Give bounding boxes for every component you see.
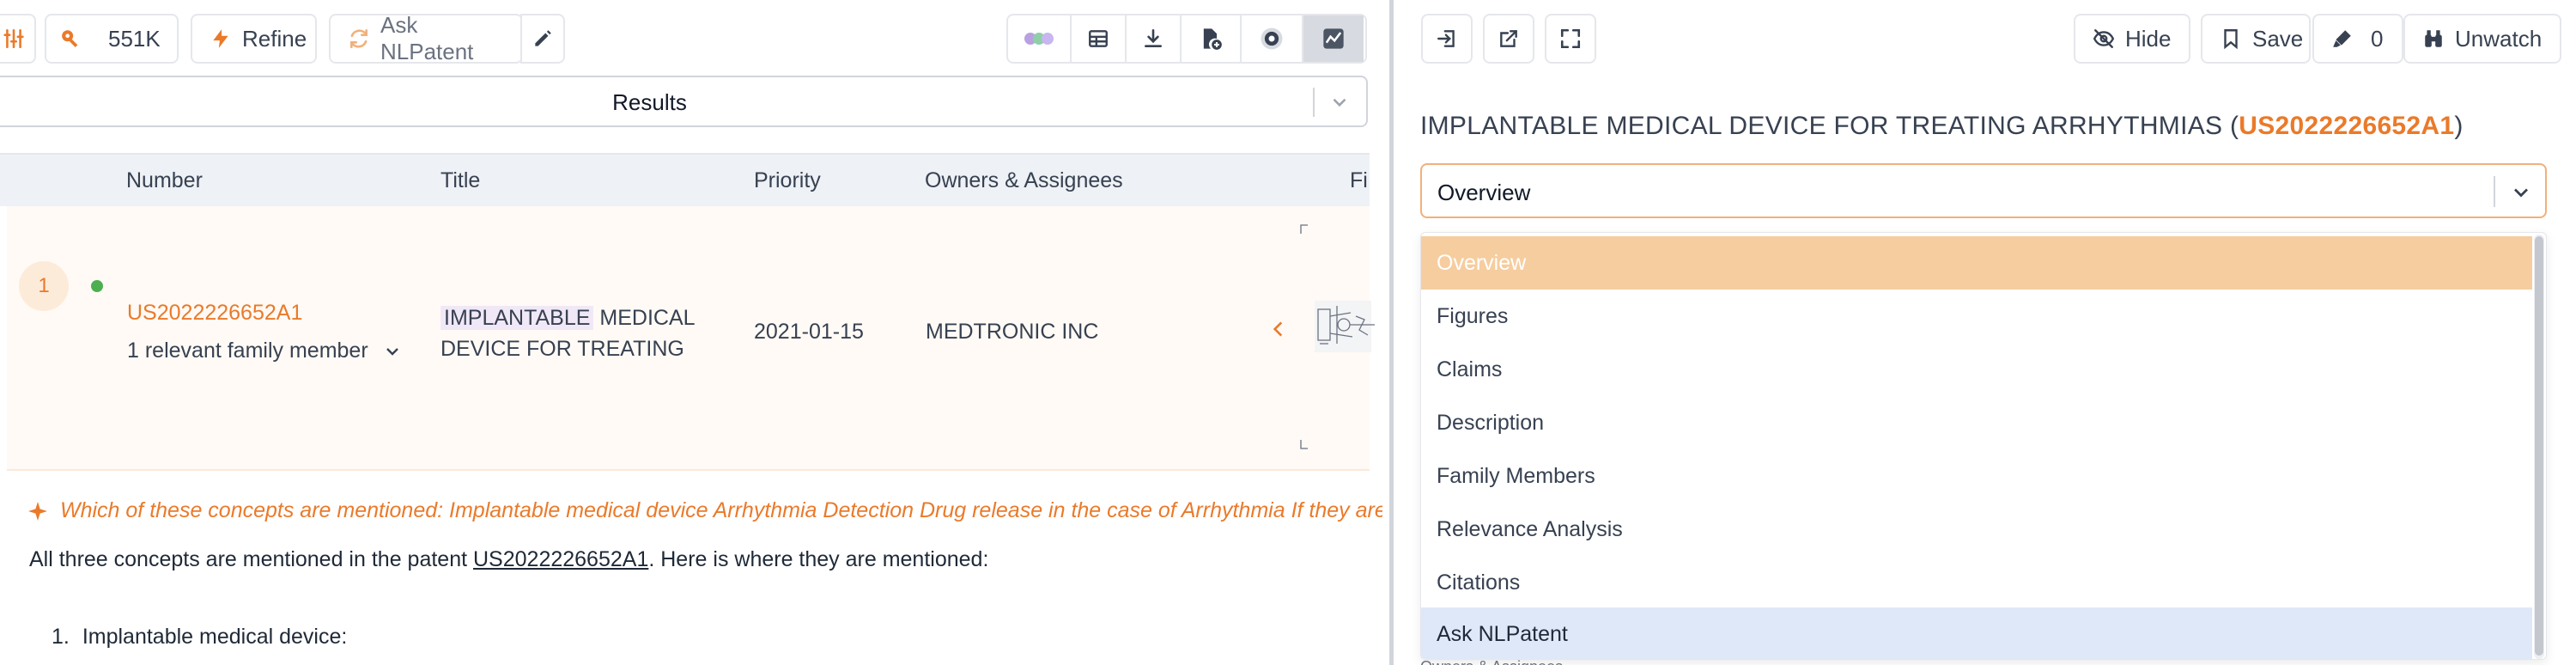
family-members-toggle[interactable]: 1 relevant family member — [127, 339, 403, 363]
section-select-value: Overview — [1437, 180, 1531, 205]
hide-label: Hide — [2125, 25, 2172, 52]
option-overview[interactable]: Overview — [1421, 236, 2532, 290]
table-view-button[interactable] — [1072, 15, 1127, 62]
ai-answer-list-item: 1. Implantable medical device: — [52, 625, 347, 650]
option-citations[interactable]: Citations — [1421, 556, 2532, 609]
option-description[interactable]: Description — [1421, 396, 2532, 449]
download-button[interactable] — [1127, 15, 1182, 62]
target-icon — [1261, 27, 1283, 50]
patent-detail-title: IMPLANTABLE MEDICAL DEVICE FOR TREATING … — [1420, 112, 2464, 141]
table-icon — [1089, 30, 1108, 47]
title-close-paren: ) — [2454, 112, 2464, 140]
title-patent-number[interactable]: US2022226652A1 — [2239, 112, 2454, 140]
lightning-icon — [213, 29, 228, 48]
save-label: Save — [2252, 25, 2304, 52]
owners-section-heading: Owners & Assignees — [1420, 658, 1563, 665]
color-dots-icon — [1024, 33, 1054, 45]
annotate-button[interactable]: 0 — [2312, 14, 2403, 64]
sign-out-icon — [1437, 30, 1455, 47]
ai-answer-prefix: All three concepts are mentioned in the … — [29, 547, 473, 571]
chart-icon — [1323, 28, 1344, 49]
binoculars-icon — [2425, 30, 2442, 47]
list-item-text: Implantable medical device: — [82, 625, 348, 649]
family-members-label: 1 relevant family member — [127, 339, 368, 363]
rank-badge: 1 — [19, 261, 69, 311]
annotation-count: 0 — [2371, 25, 2384, 52]
ai-question: Which of these concepts are mentioned: I… — [27, 498, 1382, 523]
column-title[interactable]: Title — [440, 168, 480, 193]
sparkle-icon — [28, 501, 47, 521]
column-priority[interactable]: Priority — [754, 168, 821, 193]
ask-nlpatent-button[interactable]: Ask NLPatent — [329, 12, 523, 64]
exit-button[interactable] — [1421, 14, 1473, 64]
status-dot — [91, 280, 103, 292]
highlight-colors-button[interactable] — [1008, 15, 1072, 62]
chevron-down-icon — [1333, 98, 1346, 107]
hide-button[interactable]: Hide — [2074, 14, 2190, 64]
external-link-icon — [1500, 30, 1517, 47]
section-dropdown-menu: Overview Figures Claims Description Fami… — [1420, 232, 2547, 660]
results-select[interactable]: Results — [0, 76, 1368, 127]
figure-thumbnail[interactable] — [1299, 223, 1376, 450]
select-separator — [1313, 88, 1315, 117]
option-family-members[interactable]: Family Members — [1421, 449, 2532, 503]
priority-date: 2021-01-15 — [754, 320, 864, 344]
section-select[interactable]: Overview — [1420, 163, 2547, 218]
chevron-down-icon — [2514, 188, 2528, 198]
table-row[interactable]: 1 US2022226652A1 1 relevant family membe… — [7, 206, 1375, 471]
filters-button[interactable] — [0, 14, 36, 64]
key-icon — [62, 30, 78, 47]
title-highlight: IMPLANTABLE — [440, 306, 594, 330]
highlighter-icon — [2333, 30, 2351, 47]
unwatch-label: Unwatch — [2455, 25, 2543, 52]
history-button[interactable] — [1242, 15, 1303, 62]
chart-view-button[interactable] — [1303, 15, 1364, 62]
title-text: IMPLANTABLE MEDICAL DEVICE FOR TREATING … — [1420, 112, 2239, 140]
ask-nlpatent-label: Ask NLPatent — [380, 12, 474, 64]
unwatch-button[interactable]: Unwatch — [2403, 14, 2561, 64]
ai-answer-suffix: . Here is where they are mentioned: — [648, 547, 989, 571]
option-relevance-analysis[interactable]: Relevance Analysis — [1421, 503, 2532, 556]
patent-title: IMPLANTABLE MEDICAL DEVICE FOR TREATING — [440, 302, 715, 364]
chevron-down-icon — [386, 347, 398, 356]
ai-answer: All three concepts are mentioned in the … — [29, 547, 988, 572]
result-count: 551K — [108, 25, 161, 52]
keyword-count-button[interactable]: 551K — [45, 14, 179, 64]
refresh-icon — [350, 28, 368, 49]
column-number[interactable]: Number — [126, 168, 203, 193]
column-figures[interactable]: Fi — [1350, 168, 1368, 193]
patent-detail-pane: Hide Save 0 Unwatch IMPLANTABLE MEDICAL … — [1394, 0, 2576, 665]
fullscreen-button[interactable] — [1545, 14, 1596, 64]
menu-scrollbar-thumb[interactable] — [2535, 236, 2543, 656]
results-label: Results — [612, 89, 687, 115]
ai-question-text: Which of these concepts are mentioned: I… — [60, 498, 1382, 522]
select-separator — [2494, 176, 2495, 207]
ai-answer-patent-link[interactable]: US2022226652A1 — [473, 547, 648, 571]
bookmark-icon — [2224, 29, 2238, 50]
option-figures[interactable]: Figures — [1421, 290, 2532, 343]
option-ask-nlpatent[interactable]: Ask NLPatent — [1421, 607, 2532, 659]
eye-off-icon — [2093, 29, 2115, 48]
table-header: Number Title Priority Owners & Assignees… — [0, 153, 1370, 206]
file-plus-icon — [1203, 28, 1222, 50]
owner-name: MEDTRONIC INC — [926, 320, 1099, 344]
sliders-icon — [3, 28, 24, 49]
refine-label: Refine — [242, 25, 307, 52]
pencil-icon — [535, 30, 551, 46]
save-button[interactable]: Save — [2201, 14, 2311, 64]
patent-number-link[interactable]: US2022226652A1 — [127, 301, 302, 326]
download-icon — [1145, 28, 1162, 47]
edit-question-button[interactable] — [520, 14, 565, 64]
add-to-file-button[interactable] — [1182, 15, 1242, 62]
view-toolbar — [1006, 14, 1367, 64]
expand-icon — [1560, 28, 1581, 49]
list-marker: 1. — [52, 625, 70, 649]
option-claims[interactable]: Claims — [1421, 343, 2532, 396]
column-owners[interactable]: Owners & Assignees — [925, 168, 1123, 193]
results-pane: 551K Refine Ask NLPatent Results Number … — [0, 0, 1382, 665]
chevron-left-icon[interactable] — [1267, 316, 1290, 342]
refine-button[interactable]: Refine — [191, 14, 317, 64]
open-external-button[interactable] — [1483, 14, 1534, 64]
